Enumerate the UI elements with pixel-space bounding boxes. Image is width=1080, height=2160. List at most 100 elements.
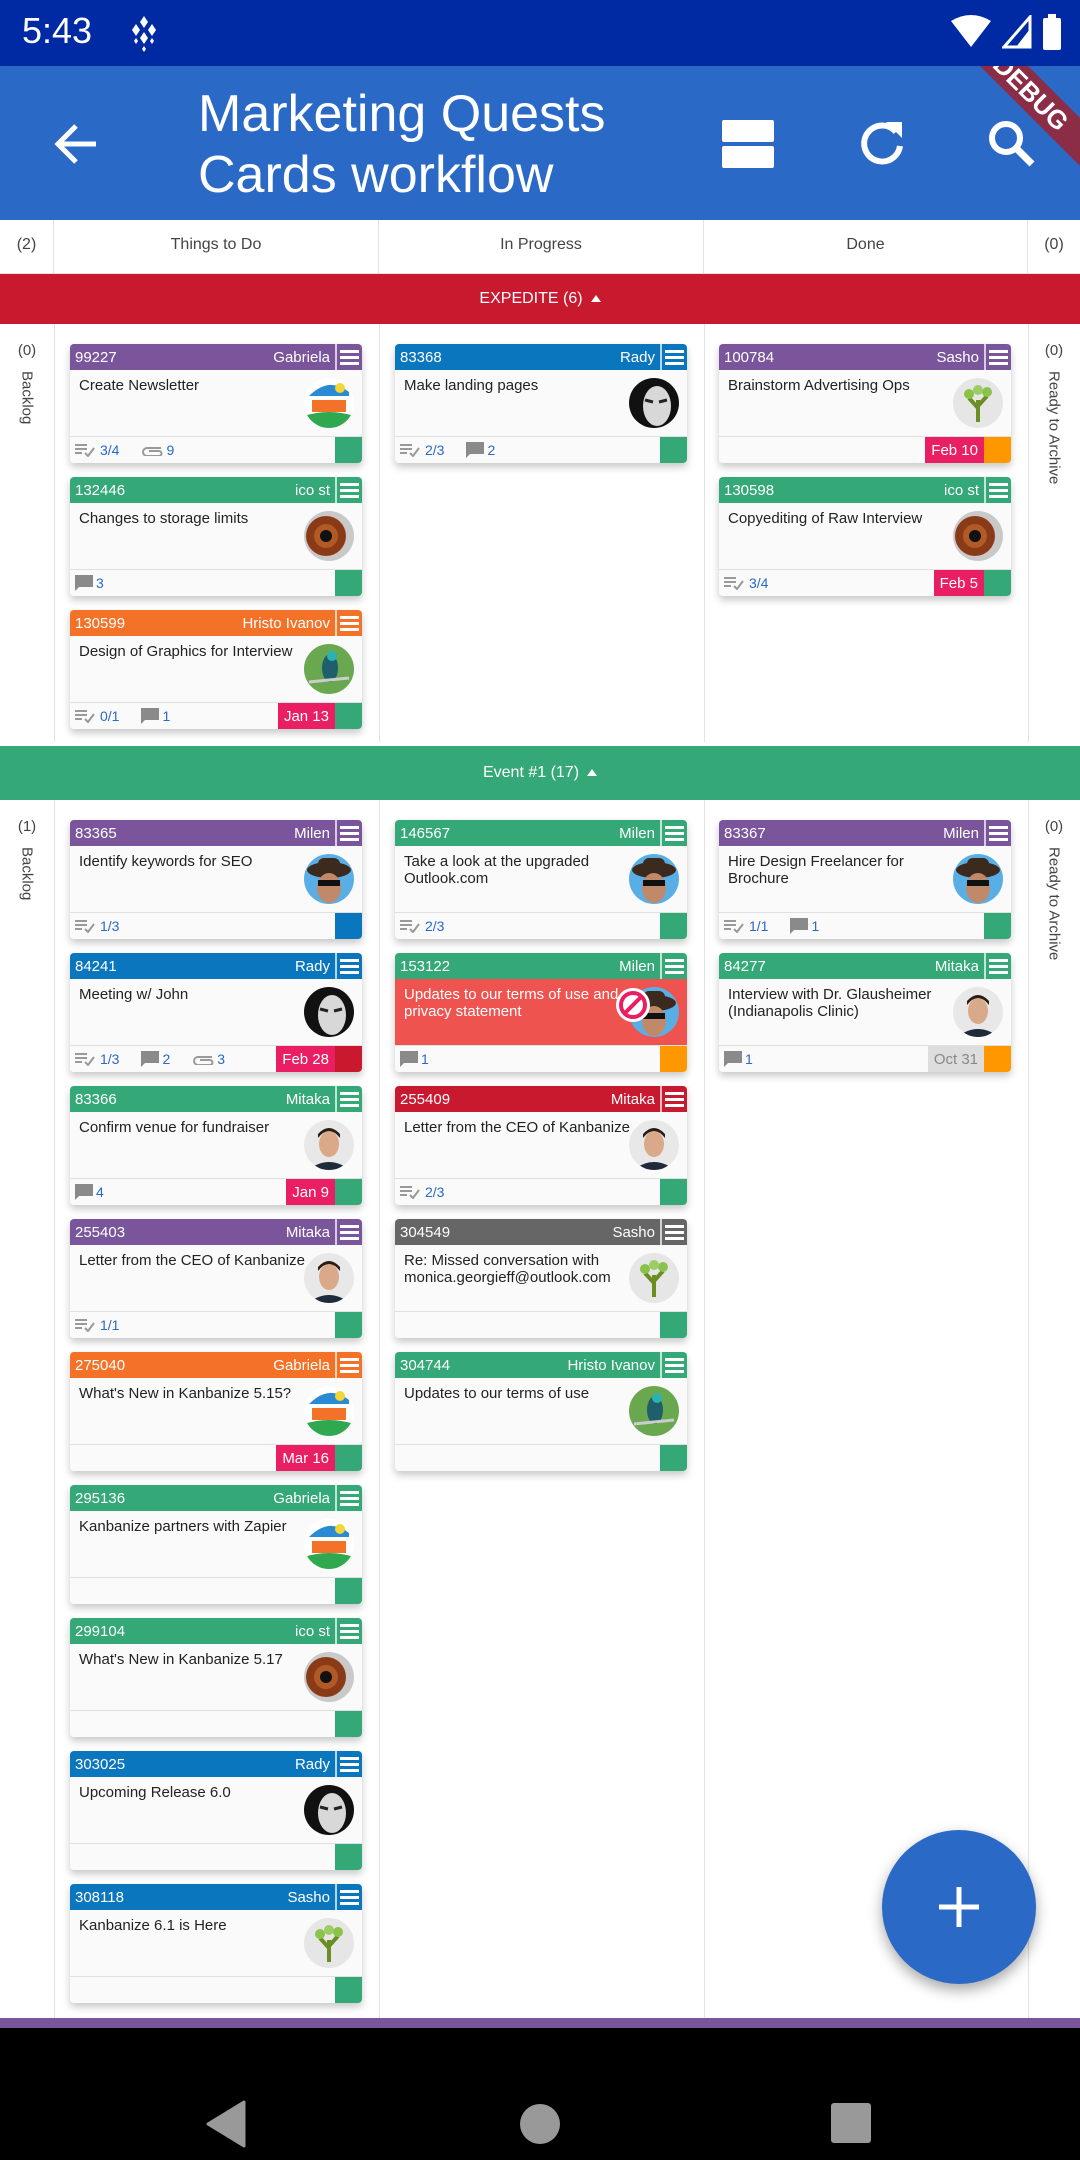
due-date-badge: Jan 9: [286, 1178, 335, 1205]
kanban-card[interactable]: 304549 Sasho Re: Missed conversation wit…: [395, 1219, 687, 1338]
comments-icon: [790, 918, 809, 934]
add-card-button[interactable]: [882, 1830, 1036, 1984]
card-footer: [70, 1710, 362, 1737]
backlog-count: (0): [17, 342, 37, 359]
backlog-count[interactable]: (2): [0, 220, 54, 274]
refresh-icon[interactable]: [852, 114, 912, 174]
swimlane-header[interactable]: Event #1 (17): [0, 746, 1080, 800]
swimlane-header[interactable]: EXPEDITE (6): [0, 274, 1080, 324]
swimlane-view-icon[interactable]: [718, 114, 778, 174]
kanban-card[interactable]: 83365 Milen Identify keywords for SEO 1/…: [70, 820, 362, 939]
card-menu-icon[interactable]: [984, 820, 1011, 846]
card-menu-icon[interactable]: [335, 953, 362, 979]
kanban-card[interactable]: 130599 Hristo Ivanov Design of Graphics …: [70, 610, 362, 729]
card-owner: Sasho: [612, 1223, 655, 1241]
kanban-card[interactable]: 132446 ico st Changes to storage limits …: [70, 477, 362, 596]
kanban-card[interactable]: 295136 Gabriela Kanbanize partners with …: [70, 1485, 362, 1604]
search-icon[interactable]: [982, 114, 1042, 174]
kanban-card[interactable]: 84277 Mitaka Interview with Dr. Glaushei…: [719, 953, 1011, 1072]
card-title: Interview with Dr. Glausheimer (Indianap…: [728, 986, 932, 1020]
kanban-card[interactable]: 83367 Milen Hire Design Freelancer for B…: [719, 820, 1011, 939]
backlog-side-column[interactable]: (0) Backlog: [0, 342, 54, 424]
kanban-card[interactable]: 308118 Sasho Kanbanize 6.1 is Here: [70, 1884, 362, 2003]
column-header-done[interactable]: Done: [704, 220, 1028, 274]
card-menu-icon[interactable]: [984, 477, 1011, 503]
subtasks-icon: [724, 577, 744, 590]
card-menu-icon[interactable]: [660, 1352, 687, 1378]
card-owner: Gabriela: [273, 1489, 330, 1507]
comments-icon: [141, 708, 160, 724]
subtasks-count: 0/1: [75, 708, 119, 724]
kanban-card[interactable]: 255409 Mitaka Letter from the CEO of Kan…: [395, 1086, 687, 1205]
card-menu-icon[interactable]: [660, 820, 687, 846]
card-menu-icon[interactable]: [984, 344, 1011, 370]
kanban-card[interactable]: 153122 Milen Updates to our terms of use…: [395, 953, 687, 1072]
card-body: What's New in Kanbanize 5.15?: [70, 1378, 362, 1444]
card-menu-icon[interactable]: [335, 1485, 362, 1511]
card-menu-icon[interactable]: [335, 477, 362, 503]
card-menu-icon[interactable]: [660, 1086, 687, 1112]
card-id: 84277: [724, 957, 766, 975]
nav-home-icon[interactable]: [518, 2102, 562, 2146]
card-block-indicator: [660, 912, 687, 939]
card-menu-icon[interactable]: [660, 953, 687, 979]
card-id: 130598: [724, 481, 775, 499]
card-block-indicator: [335, 1976, 362, 2003]
card-header: 304549 Sasho: [395, 1219, 687, 1245]
page-title: Marketing Quests Cards workflow: [198, 84, 606, 206]
card-menu-icon[interactable]: [660, 1219, 687, 1245]
column-header-in-progress[interactable]: In Progress: [379, 220, 704, 274]
backlog-side-column[interactable]: (1) Backlog: [0, 818, 54, 900]
card-body: Copyediting of Raw Interview: [719, 503, 1011, 569]
kanban-card[interactable]: 100784 Sasho Brainstorm Advertising Ops …: [719, 344, 1011, 463]
column-header-things-to-do[interactable]: Things to Do: [54, 220, 379, 274]
card-menu-icon[interactable]: [335, 1884, 362, 1910]
nav-back-icon[interactable]: [204, 2100, 246, 2148]
kanban-card[interactable]: 146567 Milen Take a look at the upgraded…: [395, 820, 687, 939]
card-header: 130598 ico st: [719, 477, 1011, 503]
card-title: Letter from the CEO of Kanbanize: [79, 1252, 305, 1269]
card-footer: 3/4 Feb 5: [719, 569, 1011, 596]
card-menu-icon[interactable]: [335, 1352, 362, 1378]
kanban-card[interactable]: 130598 ico st Copyediting of Raw Intervi…: [719, 477, 1011, 596]
card-owner: Milen: [619, 824, 655, 842]
card-title: Design of Graphics for Interview: [79, 643, 293, 660]
card-owner: Mitaka: [934, 957, 979, 975]
card-menu-icon[interactable]: [335, 1086, 362, 1112]
kanban-card[interactable]: 304744 Hristo Ivanov Updates to our term…: [395, 1352, 687, 1471]
card-body: Brainstorm Advertising Ops: [719, 370, 1011, 436]
back-arrow-icon[interactable]: [50, 118, 102, 170]
archive-side-column[interactable]: (0) Ready to Archive: [1028, 818, 1080, 960]
archive-count[interactable]: (0): [1028, 220, 1080, 274]
kanban-card[interactable]: 255403 Mitaka Letter from the CEO of Kan…: [70, 1219, 362, 1338]
card-menu-icon[interactable]: [984, 953, 1011, 979]
card-id: 255403: [75, 1223, 126, 1241]
card-menu-icon[interactable]: [335, 1751, 362, 1777]
kanban-card[interactable]: 275040 Gabriela What's New in Kanbanize …: [70, 1352, 362, 1471]
card-menu-icon[interactable]: [335, 344, 362, 370]
card-menu-icon[interactable]: [335, 610, 362, 636]
card-id: 295136: [75, 1489, 126, 1507]
card-header: 83366 Mitaka: [70, 1086, 362, 1112]
card-id: 275040: [75, 1356, 126, 1374]
card-block-indicator: [660, 1045, 687, 1072]
kanban-card[interactable]: 83366 Mitaka Confirm venue for fundraise…: [70, 1086, 362, 1205]
card-block-indicator: [335, 1577, 362, 1604]
kanban-card[interactable]: 84241 Rady Meeting w/ John 1/3 2 3 Feb 28: [70, 953, 362, 1072]
collapse-arrow-icon: [587, 769, 598, 777]
subtasks-count: 3/4: [75, 442, 119, 458]
card-id: 304744: [400, 1356, 451, 1374]
kanban-card[interactable]: 83368 Rady Make landing pages 2/3 2: [395, 344, 687, 463]
card-menu-icon[interactable]: [335, 1219, 362, 1245]
card-menu-icon[interactable]: [335, 820, 362, 846]
card-header: 130599 Hristo Ivanov: [70, 610, 362, 636]
kanban-card[interactable]: 99227 Gabriela Create Newsletter 3/4 9: [70, 344, 362, 463]
kanban-card[interactable]: 299104 ico st What's New in Kanbanize 5.…: [70, 1618, 362, 1737]
card-block-indicator: [335, 912, 362, 939]
archive-side-column[interactable]: (0) Ready to Archive: [1028, 342, 1080, 484]
nav-recents-icon[interactable]: [830, 2102, 872, 2144]
card-menu-icon[interactable]: [335, 1618, 362, 1644]
card-menu-icon[interactable]: [660, 344, 687, 370]
kanban-card[interactable]: 303025 Rady Upcoming Release 6.0: [70, 1751, 362, 1870]
card-title: Letter from the CEO of Kanbanize: [404, 1119, 630, 1136]
